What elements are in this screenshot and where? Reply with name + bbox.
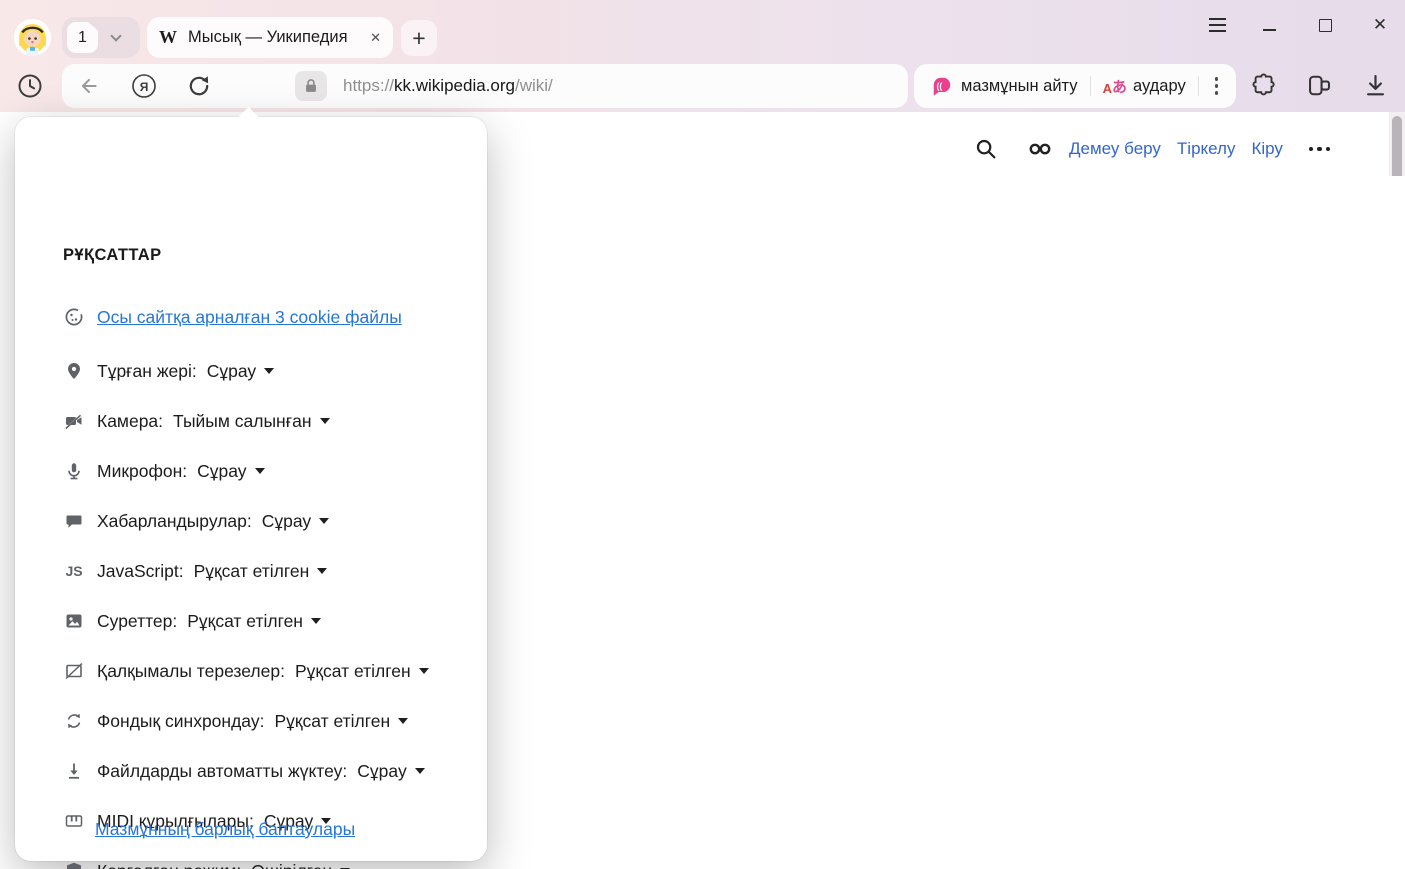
permission-row-notifications: Хабарландырулар: Сұрау <box>63 508 329 534</box>
all-content-settings-link[interactable]: Мазмұнның барлық баптаулары <box>95 819 355 840</box>
browser-tab[interactable]: W Мысық — Уикипедия ✕ <box>147 17 393 58</box>
cookies-row: Осы сайтқа арналған 3 cookie файлы <box>63 304 402 330</box>
tab-counter[interactable]: 1 <box>62 17 140 58</box>
notifications-icon <box>63 511 85 531</box>
permission-row-microphone: Микрофон: Сұрау <box>63 458 265 484</box>
tab-counter-badge: 1 <box>67 22 98 53</box>
auto-download-icon <box>63 761 85 781</box>
lock-icon <box>302 77 320 95</box>
site-security-button[interactable] <box>295 71 327 101</box>
tab-close-icon[interactable]: ✕ <box>370 30 381 46</box>
search-icon[interactable] <box>975 138 997 160</box>
register-link[interactable]: Тіркелу <box>1177 139 1236 159</box>
caret-down-icon <box>419 668 429 674</box>
permission-value-dropdown[interactable]: Сұрау <box>262 511 329 532</box>
browser-chrome: 1 W Мысық — Уикипедия ✕ + ✕ Я <box>0 0 1405 112</box>
back-icon[interactable] <box>78 75 100 97</box>
panel-title: РҰҚСАТТАР <box>63 246 162 265</box>
donate-link[interactable]: Демеу беру <box>1069 139 1161 159</box>
caret-down-icon <box>398 718 408 724</box>
popups-icon <box>63 661 85 681</box>
javascript-icon: JS <box>63 563 85 579</box>
translate-icon: Аあ <box>1103 76 1127 97</box>
camera-off-icon <box>63 411 85 431</box>
permission-row-camera: Камера: Тыйым салынған <box>63 408 330 434</box>
permission-row-background-sync: Фондық синхрондау: Рұқсат етілген <box>63 708 408 734</box>
collections-icon[interactable] <box>1306 72 1333 99</box>
chevron-down-icon <box>110 30 121 41</box>
permission-row-popups: Қалқымалы терезелер: Рұқсат етілген <box>63 658 429 684</box>
shield-icon <box>63 861 85 869</box>
permission-row-auto-download: Файлдарды автоматты жүктеу: Сұрау <box>63 758 425 784</box>
window-menu-button[interactable] <box>1203 14 1231 36</box>
permission-value-dropdown[interactable]: Тыйым салынған <box>173 411 329 432</box>
divider <box>1090 76 1091 96</box>
read-aloud-icon: (( <box>931 75 953 97</box>
downloads-icon[interactable] <box>1362 72 1389 99</box>
permission-value-dropdown[interactable]: Рұқсат етілген <box>295 661 429 682</box>
read-aloud-button[interactable]: мазмұнын айту <box>961 77 1078 96</box>
svg-text:((: (( <box>937 81 943 91</box>
caret-down-icon <box>255 468 265 474</box>
permission-value-dropdown[interactable]: Сұрау <box>357 761 424 782</box>
reload-icon[interactable] <box>186 73 212 99</box>
history-icon[interactable] <box>16 72 44 100</box>
permission-row-javascript: JS JavaScript: Рұқсат етілген <box>63 558 327 584</box>
address-bar[interactable]: Я https://kk.wikipedia.org/wiki/Мысық <box>62 64 908 108</box>
url-text[interactable]: https://kk.wikipedia.org/wiki/Мысық <box>343 64 553 108</box>
permission-value-dropdown[interactable]: Сұрау <box>207 361 274 382</box>
permission-value-dropdown[interactable]: Сұрау <box>197 461 264 482</box>
cookies-link[interactable]: Осы сайтқа арналған 3 cookie файлы <box>97 307 402 328</box>
caret-down-icon <box>264 368 274 374</box>
divider <box>1198 76 1199 96</box>
caret-down-icon <box>311 618 321 624</box>
wiki-user-toolbar: Демеу беру Тіркелу Кіру <box>975 138 1330 160</box>
permission-value-dropdown[interactable]: Өшірілген <box>251 861 350 869</box>
yandex-services-icon[interactable]: Я <box>130 72 158 100</box>
caret-down-icon <box>319 518 329 524</box>
permission-value-dropdown[interactable]: Рұқсат етілген <box>187 611 321 632</box>
midi-icon <box>63 811 85 831</box>
cookie-icon <box>63 307 85 327</box>
window-minimize-button[interactable] <box>1255 14 1283 36</box>
more-options-icon[interactable] <box>1309 147 1331 152</box>
wikipedia-favicon: W <box>159 27 177 48</box>
browser-toolbar: Я https://kk.wikipedia.org/wiki/Мысық (( <box>0 62 1405 112</box>
svg-text:Я: Я <box>140 80 149 94</box>
sync-icon <box>63 711 85 731</box>
permissions-panel: РҰҚСАТТАР Осы сайтқа арналған 3 cookie ф… <box>15 117 487 861</box>
tab-title: Мысық — Уикипедия <box>188 28 362 47</box>
caret-down-icon <box>317 568 327 574</box>
window-close-button[interactable]: ✕ <box>1366 14 1394 36</box>
more-actions-icon[interactable] <box>1215 77 1219 95</box>
login-link[interactable]: Кіру <box>1251 139 1282 159</box>
permission-row-location: Тұрған жері: Сұрау <box>63 358 274 384</box>
microphone-icon <box>63 461 85 481</box>
caret-down-icon <box>415 768 425 774</box>
extensions-icon[interactable] <box>1251 72 1278 99</box>
translate-button[interactable]: аудару <box>1133 77 1186 96</box>
permission-row-images: Суреттер: Рұқсат етілген <box>63 608 321 634</box>
permission-value-dropdown[interactable]: Рұқсат етілген <box>194 561 328 582</box>
appearance-icon[interactable] <box>1027 139 1053 159</box>
window-maximize-button[interactable] <box>1311 14 1339 36</box>
caret-down-icon <box>320 418 330 424</box>
page-actions-bar: (( мазмұнын айту Аあ аудару <box>914 64 1236 108</box>
profile-avatar[interactable] <box>14 19 51 56</box>
new-tab-button[interactable]: + <box>401 20 437 56</box>
location-icon <box>63 361 85 381</box>
browser-window: Демеу беру Тіркелу Кіру 文A 273 тіл Оқу Ө… <box>0 0 1405 869</box>
images-icon <box>63 611 85 631</box>
permission-row-protected-mode: Қорғалған режим: Өшірілген <box>63 858 350 869</box>
permission-value-dropdown[interactable]: Рұқсат етілген <box>274 711 408 732</box>
